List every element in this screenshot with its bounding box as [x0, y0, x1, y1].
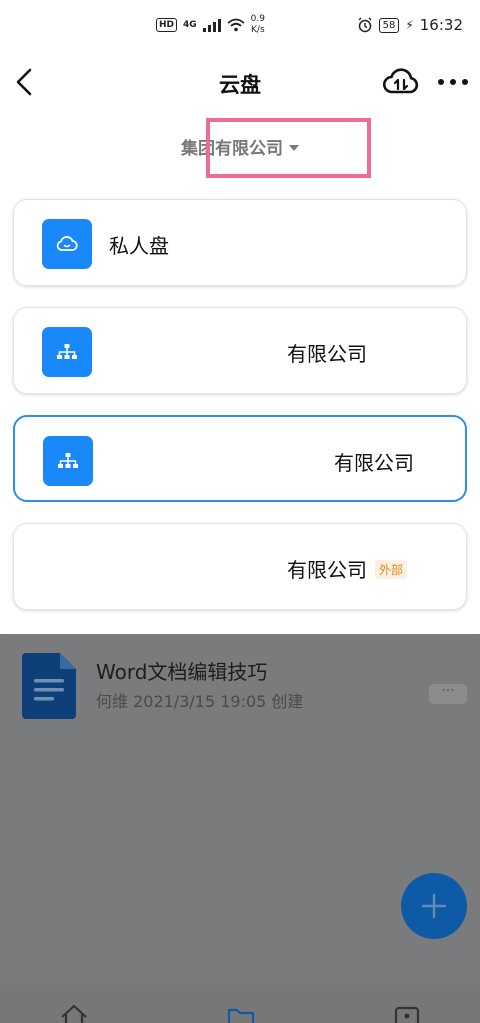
status-right: 58 ⚡ 16:32: [357, 16, 463, 34]
file-row[interactable]: Word文档编辑技巧 何维 2021/3/15 19:05 创建 ···: [0, 646, 480, 726]
file-meta: 何维 2021/3/15 19:05 创建: [96, 692, 304, 711]
tab-files[interactable]: [226, 1003, 256, 1023]
space-card-private[interactable]: 私人盘: [13, 199, 467, 286]
cloud-face-icon: [42, 219, 92, 269]
space-card-external[interactable]: 有限公司 外部: [13, 523, 467, 610]
highlight-annotation: [206, 118, 371, 178]
alarm-icon: [358, 17, 372, 33]
space-card-label: 私人盘: [109, 234, 169, 258]
space-card-company-selected[interactable]: 有限公司: [13, 415, 467, 502]
network-speed: 0.9 K/s: [250, 14, 265, 35]
file-more-button[interactable]: ···: [429, 684, 467, 704]
signal-icon: [202, 18, 221, 32]
transfer-button[interactable]: [382, 64, 420, 100]
org-chart-icon: [43, 436, 93, 486]
wifi-icon: [227, 18, 245, 32]
folder-icon: [227, 1008, 255, 1023]
space-card-label-wrap: 有限公司 外部: [287, 554, 408, 583]
space-card-label: 有限公司: [334, 451, 414, 475]
add-fab-button[interactable]: [401, 873, 467, 939]
battery-level: 58: [378, 17, 400, 33]
cloud-transfer-icon: [382, 68, 419, 94]
network-type: 4G: [183, 20, 197, 30]
file-title: Word文档编辑技巧: [96, 660, 268, 684]
tab-home[interactable]: [59, 1003, 89, 1023]
word-doc-icon: [22, 653, 76, 719]
more-icon: [438, 79, 468, 85]
home-icon: [61, 1004, 87, 1023]
dimmed-file-list[interactable]: Word文档编辑技巧 何维 2021/3/15 19:05 创建 ···: [0, 634, 480, 1023]
status-bar: HD 4G 0.9 K/s 58 ⚡ 16:32: [0, 0, 480, 52]
external-badge: 外部: [375, 560, 408, 579]
tab-contacts[interactable]: [392, 1003, 422, 1023]
bottom-tab-bar: [0, 985, 480, 1023]
space-picker-sheet: 云盘 集团有限公司 私人盘 有限公司 有限公司 有限公司 外部: [0, 52, 480, 634]
space-card-company[interactable]: 有限公司: [13, 307, 467, 394]
org-chart-icon: [42, 327, 92, 377]
space-card-label: 有限公司: [287, 558, 367, 582]
plus-icon: [421, 893, 447, 919]
space-card-label: 有限公司: [287, 342, 367, 366]
clock: 16:32: [419, 16, 463, 34]
hd-indicator: HD: [156, 18, 178, 32]
status-left: HD 4G 0.9 K/s: [156, 14, 265, 36]
nav-bar: 云盘: [0, 52, 480, 112]
charging-icon: ⚡: [405, 18, 414, 32]
more-button[interactable]: [434, 66, 472, 98]
contacts-icon: [394, 1006, 420, 1023]
